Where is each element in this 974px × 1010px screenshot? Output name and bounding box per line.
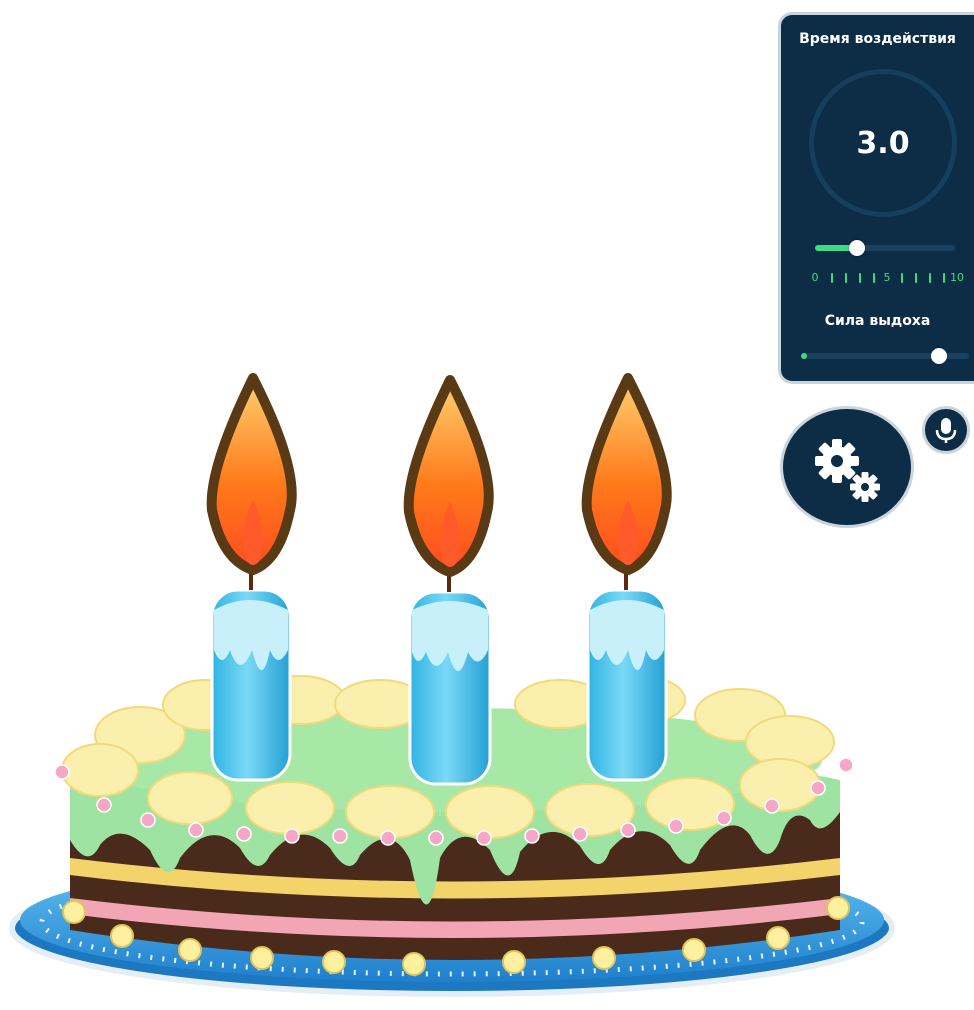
- candle-left: [206, 373, 297, 782]
- microphone-icon: [935, 418, 957, 443]
- exposure-title: Время воздействия: [799, 31, 956, 47]
- breath-slider-fill: [801, 353, 807, 359]
- breath-slider[interactable]: [801, 348, 969, 364]
- scale-tick: [831, 273, 833, 283]
- settings-button[interactable]: [780, 406, 914, 528]
- scale-label-0: 0: [811, 271, 819, 284]
- scale-tick: [873, 273, 875, 283]
- scale-tick: [859, 273, 861, 283]
- exposure-slider-thumb[interactable]: [849, 240, 865, 256]
- exposure-value: 3.0: [856, 125, 910, 161]
- exposure-scale: 0 5 10: [811, 269, 965, 289]
- scale-tick: [929, 273, 931, 283]
- candle-middle: [403, 375, 494, 786]
- gears-icon: [815, 439, 880, 502]
- settings-panel: Время воздействия 3.0 0 5 10 Сила выдоха: [778, 12, 974, 384]
- scale-tick: [845, 273, 847, 283]
- exposure-ring: 3.0: [809, 69, 957, 217]
- breath-title: Сила выдоха: [824, 313, 931, 329]
- microphone-button[interactable]: [922, 406, 970, 454]
- scale-label-10: 10: [950, 271, 964, 284]
- breath-slider-thumb[interactable]: [930, 348, 947, 364]
- scale-tick: [901, 273, 903, 283]
- scale-tick: [915, 273, 917, 283]
- exposure-slider[interactable]: [815, 240, 955, 256]
- scale-label-5: 5: [883, 271, 891, 284]
- scale-tick: [943, 273, 945, 283]
- candle-right: [581, 373, 672, 782]
